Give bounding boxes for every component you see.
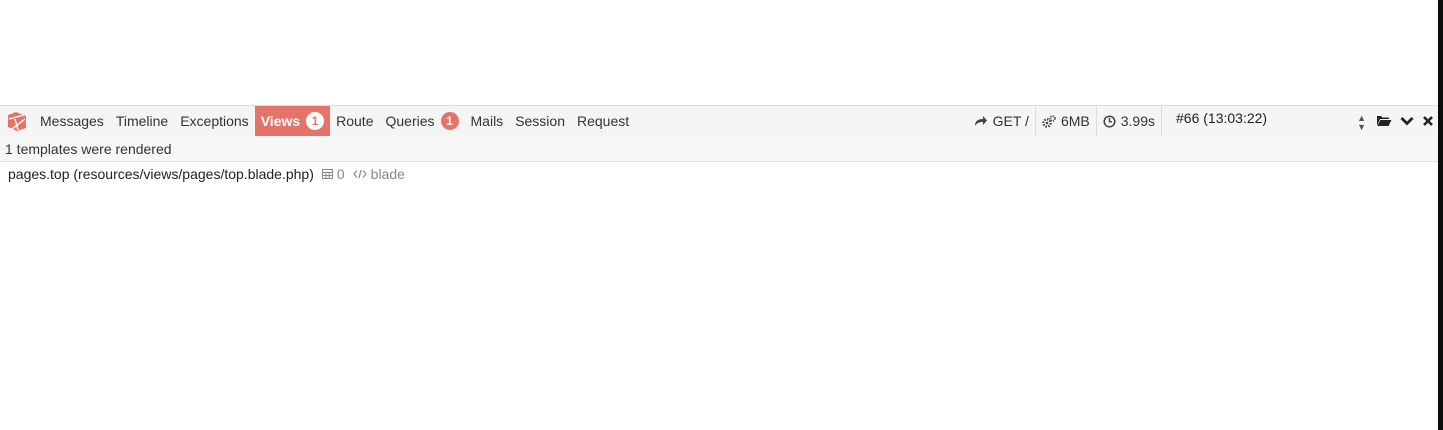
laravel-logo-icon bbox=[8, 112, 26, 131]
close-icon bbox=[1423, 116, 1433, 126]
route-indicator[interactable]: GET / bbox=[968, 106, 1035, 136]
memory-text: 6MB bbox=[1060, 113, 1090, 129]
tab-timeline[interactable]: Timeline bbox=[110, 106, 174, 136]
template-name: pages.top (resources/views/pages/top.bla… bbox=[8, 166, 314, 182]
route-text: GET / bbox=[992, 113, 1029, 129]
share-arrow-icon bbox=[974, 116, 987, 126]
tab-label: Queries bbox=[385, 113, 435, 129]
memory-indicator: 6MB bbox=[1034, 106, 1096, 136]
panel-status: 1 templates were rendered bbox=[0, 136, 1438, 162]
tab-label: Exceptions bbox=[180, 113, 249, 129]
open-button[interactable] bbox=[1372, 106, 1396, 136]
debugbar-tabs: Messages Timeline Exceptions Views 1 Rou… bbox=[34, 106, 635, 136]
tab-session[interactable]: Session bbox=[509, 106, 571, 136]
request-select-value: #66 (13:03:22) bbox=[1176, 110, 1268, 126]
select-arrows-icon: ▲ ▼ bbox=[1357, 113, 1366, 132]
template-params: 0 bbox=[321, 166, 345, 182]
tab-mails[interactable]: Mails bbox=[465, 106, 510, 136]
tab-label: Route bbox=[336, 113, 374, 129]
tab-request[interactable]: Request bbox=[571, 106, 635, 136]
gears-icon bbox=[1042, 114, 1056, 128]
minimize-button[interactable] bbox=[1396, 106, 1418, 136]
folder-open-icon bbox=[1377, 116, 1392, 126]
tab-badge: 1 bbox=[306, 112, 325, 130]
tab-label: Timeline bbox=[115, 113, 169, 129]
tab-label: Views bbox=[260, 113, 301, 129]
request-select[interactable]: #66 (13:03:22) ▲ ▼ bbox=[1161, 106, 1372, 136]
debugbar-brand[interactable] bbox=[0, 106, 34, 136]
tab-label: Session bbox=[515, 113, 565, 129]
window-edge bbox=[1438, 0, 1443, 430]
code-icon bbox=[352, 169, 367, 179]
tab-route[interactable]: Route bbox=[330, 106, 379, 136]
debugbar: Messages Timeline Exceptions Views 1 Rou… bbox=[0, 105, 1438, 186]
template-type: blade bbox=[352, 166, 405, 182]
table-icon bbox=[321, 169, 333, 179]
tab-label: Request bbox=[577, 113, 630, 129]
tab-exceptions[interactable]: Exceptions bbox=[174, 106, 254, 136]
tab-label: Messages bbox=[40, 113, 104, 129]
time-text: 3.99s bbox=[1120, 113, 1155, 129]
debugbar-header: Messages Timeline Exceptions Views 1 Rou… bbox=[0, 105, 1438, 136]
chevron-down-icon bbox=[1400, 117, 1414, 126]
panel-status-text: 1 templates were rendered bbox=[5, 140, 172, 157]
debugbar-indicators: GET / 6MB 3.99s #66 (13:03:22) ▲ ▼ bbox=[968, 106, 1438, 136]
time-indicator: 3.99s bbox=[1095, 106, 1161, 136]
list-item: pages.top (resources/views/pages/top.bla… bbox=[0, 162, 1438, 186]
tab-messages[interactable]: Messages bbox=[34, 106, 110, 136]
tab-queries[interactable]: Queries 1 bbox=[379, 106, 464, 136]
tab-label: Mails bbox=[470, 113, 504, 129]
tab-views[interactable]: Views 1 bbox=[254, 106, 331, 136]
template-type-text: blade bbox=[370, 166, 405, 182]
template-params-count: 0 bbox=[336, 166, 345, 182]
tab-badge: 1 bbox=[440, 112, 459, 130]
clock-icon bbox=[1103, 114, 1116, 128]
close-button[interactable] bbox=[1418, 106, 1438, 136]
